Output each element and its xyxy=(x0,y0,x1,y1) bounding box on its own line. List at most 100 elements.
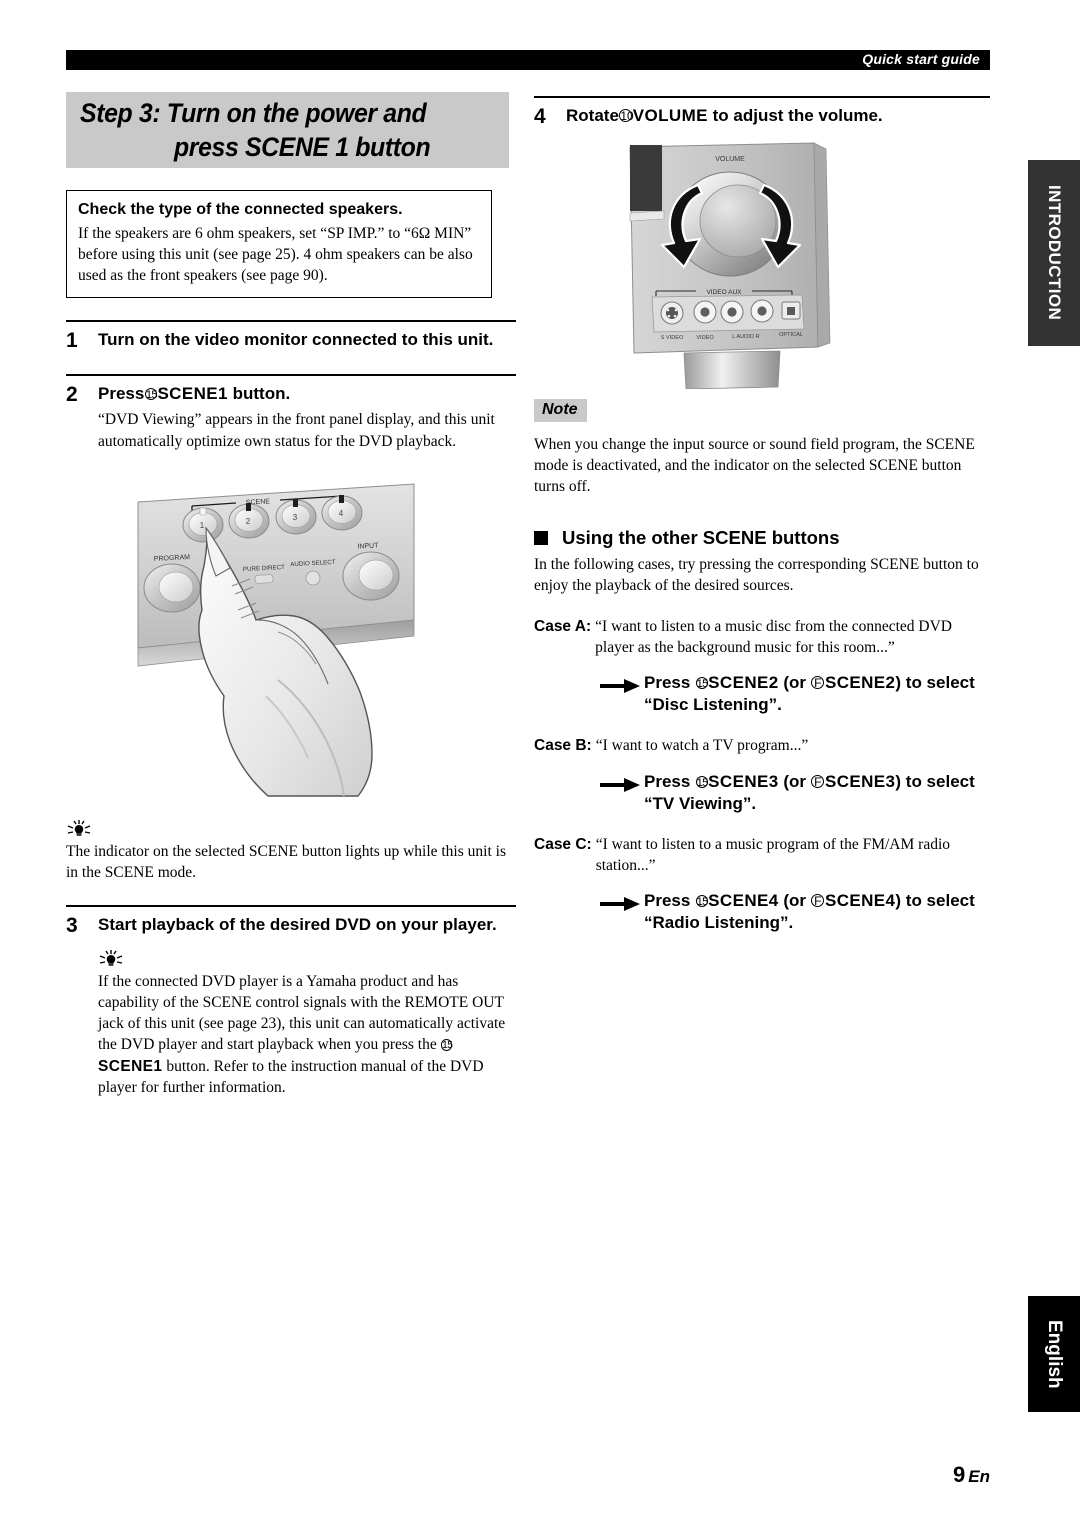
side-tab-introduction-label: INTRODUCTION xyxy=(1045,185,1064,321)
s-video-jack-label: S VIDEO xyxy=(661,335,684,341)
audio-select-button[interactable] xyxy=(305,570,321,586)
case-c-action-text: Press 15SCENE4 (or F SCENE4) to select “R… xyxy=(644,890,990,934)
case-a-tail: ) to select “Disc Listening”. xyxy=(644,673,975,715)
callout-title: Check the type of the connected speakers… xyxy=(78,201,403,218)
case-b-tail: ) to select “TV Viewing”. xyxy=(644,771,975,813)
input-knob[interactable] xyxy=(342,551,400,601)
step-4-number: 4 xyxy=(534,105,546,128)
case-c-tail: ) to select “Radio Listening”. xyxy=(644,891,975,933)
tip-dvd-autoplay: If the connected DVD player is a Yamaha … xyxy=(98,949,516,1098)
circled-letter-f-icon: F xyxy=(811,676,825,690)
step-title-line2: press SCENE 1 button xyxy=(174,132,431,162)
front-panel-illustration: SCENE 1 2 3 4 PROGRAM PURE DIRECT AUDIO … xyxy=(128,470,458,800)
tip-scene-indicator: The indicator on the selected SCENE butt… xyxy=(66,819,516,883)
divider-rule-step1 xyxy=(66,319,516,322)
scene-button-1[interactable]: 1 xyxy=(182,507,224,543)
case-c: Case C: “I want to listen to a music pro… xyxy=(534,834,990,876)
circled-letter-f-icon-3: F xyxy=(811,894,825,908)
step-3-tip-scene1: SCENE1 xyxy=(98,1057,163,1075)
svg-text:2: 2 xyxy=(246,517,251,526)
audio-right-jack xyxy=(750,298,774,323)
case-b: Case B: “I want to watch a TV program...… xyxy=(534,735,990,756)
callout-body: If the speakers are 6 ohm speakers, set … xyxy=(78,224,473,285)
case-a-action-text: Press 15SCENE2 (or F SCENE2) to select “D… xyxy=(644,672,990,716)
side-tab-language-label: English xyxy=(1044,1319,1065,1389)
step-4: 4 Rotate 10VOLUME to adjust the volume. xyxy=(534,105,990,129)
svg-text:4: 4 xyxy=(339,509,344,518)
optical-jack xyxy=(781,301,801,320)
case-c-label: Case C: xyxy=(534,835,592,853)
case-a-label: Case A: xyxy=(534,617,592,635)
right-column: 4 Rotate10VOLUME to adjust the volume. xyxy=(534,96,990,934)
optical-jack-label: OPTICAL xyxy=(779,332,803,338)
divider-rule-step2 xyxy=(66,374,516,377)
case-a-mid: (or xyxy=(783,673,807,693)
circled-number-15-icon-4: 15 xyxy=(695,775,708,789)
note-body: When you change the input source or soun… xyxy=(534,434,990,498)
section-intro: In the following cases, try pressing the… xyxy=(534,554,990,596)
step-4-rotate-label: Rotate xyxy=(566,106,619,125)
step-2-scene1-label: SCENE1 xyxy=(157,384,228,404)
svg-text:1: 1 xyxy=(200,521,205,530)
section-intro-text: In the following cases, try pressing the… xyxy=(534,556,979,595)
section-heading-text: Using the other SCENE buttons xyxy=(562,527,840,549)
case-b-mid: (or xyxy=(783,771,807,791)
step-2: 2 Press 15SCENE1 button. “DVD Viewing” ap… xyxy=(66,383,516,452)
step-4-tail: to adjust the volume. xyxy=(712,106,883,125)
note-tag: Note xyxy=(534,398,587,422)
page-number-suffix: En xyxy=(968,1467,990,1486)
side-tab-language: English xyxy=(1028,1296,1080,1412)
case-a-scene-a: SCENE2 xyxy=(708,673,779,693)
running-header-bar: Quick start guide xyxy=(66,50,990,70)
case-a-scene-b: SCENE2 xyxy=(824,673,896,693)
manual-page: Quick start guide Step 3: Turn on the po… xyxy=(0,0,1080,1526)
step-2-body: “DVD Viewing” appears in the front panel… xyxy=(98,411,495,450)
right-arrow-icon-2 xyxy=(600,771,644,797)
step-1: 1 Turn on the video monitor connected to… xyxy=(66,329,516,353)
tip-bulb-icon xyxy=(66,819,516,840)
step-3-tip-text: If the connected DVD player is a Yamaha … xyxy=(98,971,516,1098)
case-a: Case A: “I want to listen to a music dis… xyxy=(534,616,990,658)
side-tab-introduction: INTRODUCTION xyxy=(1028,160,1080,346)
circled-number-10-icon: 10 xyxy=(619,109,634,124)
case-a-action: Press 15SCENE2 (or F SCENE2) to select “D… xyxy=(600,672,990,716)
circled-number-15-icon-5: 15 xyxy=(695,895,708,909)
case-c-scene-b: SCENE4 xyxy=(824,891,896,911)
case-a-press: Press xyxy=(644,673,691,693)
case-a-text: “I want to listen to a music disc from t… xyxy=(595,617,952,656)
section-heading: Using the other SCENE buttons xyxy=(534,527,990,549)
step-3-heading: Start playback of the desired DVD on you… xyxy=(98,915,497,935)
circled-number-15-icon-2: 15 xyxy=(441,1039,453,1052)
case-c-press: Press xyxy=(644,891,691,911)
svg-text:3: 3 xyxy=(293,513,298,522)
right-arrow-icon-3 xyxy=(600,890,644,916)
step-3-number: 3 xyxy=(66,914,78,938)
tip-bulb-icon-2 xyxy=(98,949,516,970)
video-aux-label: VIDEO AUX xyxy=(706,289,742,296)
pure-direct-button[interactable] xyxy=(254,574,274,584)
step-2-heading: Press 15SCENE1 button. xyxy=(98,383,516,404)
input-knob-label: INPUT xyxy=(357,542,379,550)
program-knob[interactable] xyxy=(143,563,201,613)
case-b-action-text: Press 15SCENE3 (or F SCENE3) to select “T… xyxy=(644,771,990,815)
case-c-action: Press 15SCENE4 (or F SCENE4) to select “R… xyxy=(600,890,990,934)
step-4-heading: Rotate 10VOLUME to adjust the volume. xyxy=(566,105,990,126)
scene-button-4[interactable]: 4 xyxy=(321,494,363,531)
case-c-scene-a: SCENE4 xyxy=(708,891,779,911)
case-c-text: “I want to listen to a music program of … xyxy=(595,835,951,874)
case-b-scene-b: SCENE3 xyxy=(824,771,896,791)
audio-left-jack xyxy=(720,299,744,324)
left-column: Check the type of the connected speakers… xyxy=(66,190,516,1098)
step-2-number: 2 xyxy=(66,383,78,407)
note-text: When you change the input source or soun… xyxy=(534,435,975,495)
scene-button-2[interactable]: 2 xyxy=(228,502,270,539)
running-header-text: Quick start guide xyxy=(862,51,980,67)
case-c-mid: (or xyxy=(783,891,807,911)
step-title-line1: Step 3: Turn on the power and xyxy=(80,98,427,128)
step-1-heading: Turn on the video monitor connected to t… xyxy=(98,329,494,349)
scene-button-3[interactable]: 3 xyxy=(275,498,317,535)
divider-rule-step4 xyxy=(534,96,990,98)
step-2-button-word: button. xyxy=(232,384,291,404)
step-1-number: 1 xyxy=(66,328,78,352)
divider-rule-step3 xyxy=(66,905,516,908)
